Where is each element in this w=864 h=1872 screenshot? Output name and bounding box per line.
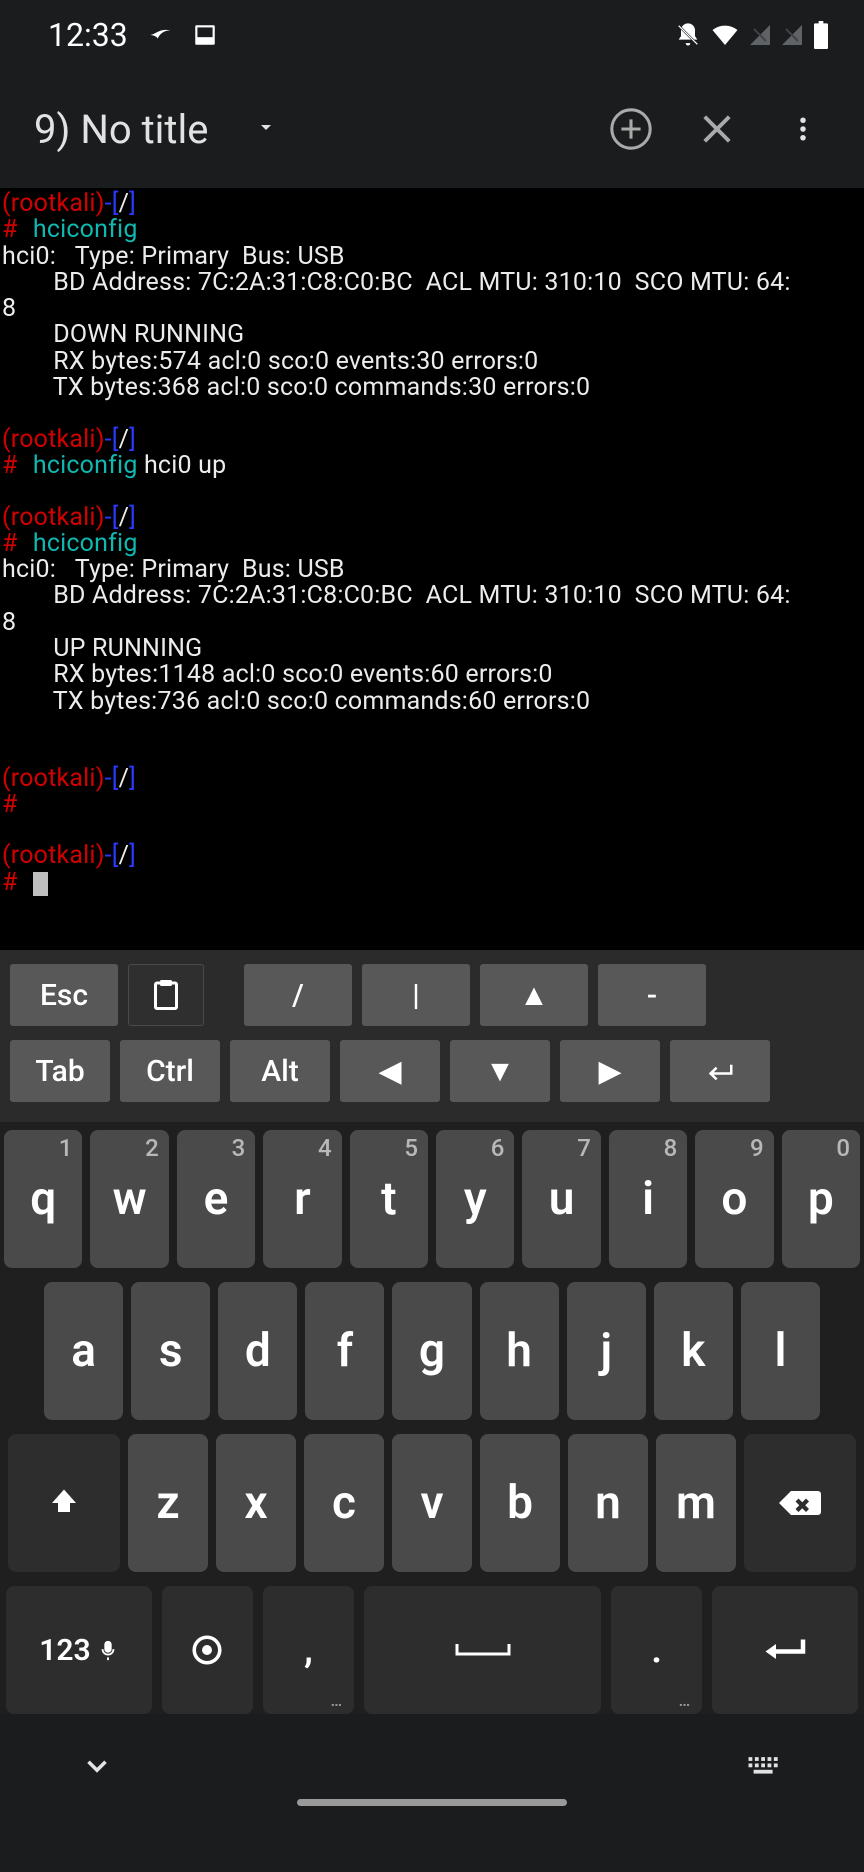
key-m[interactable]: m	[656, 1434, 736, 1572]
key-r[interactable]: 4r	[263, 1130, 341, 1268]
enter-extra-key[interactable]	[670, 1040, 770, 1102]
app-bar: 9) No title	[0, 70, 864, 188]
key-j[interactable]: j	[567, 1282, 646, 1420]
signal-1-icon	[748, 23, 772, 47]
key-i[interactable]: 8i	[609, 1130, 687, 1268]
add-tab-button[interactable]	[588, 86, 674, 172]
key-x[interactable]: x	[216, 1434, 296, 1572]
arrow-up-key[interactable]: ▲	[480, 964, 588, 1026]
key-b[interactable]: b	[480, 1434, 560, 1572]
ctrl-key[interactable]: Ctrl	[120, 1040, 220, 1102]
picture-icon	[192, 22, 218, 48]
shift-key[interactable]	[8, 1434, 120, 1572]
pipe-key[interactable]: |	[362, 964, 470, 1026]
key-q[interactable]: 1q	[4, 1130, 82, 1268]
key-e[interactable]: 3e	[177, 1130, 255, 1268]
keyboard-switch-icon[interactable]	[746, 1751, 784, 1785]
signal-2-icon	[780, 23, 804, 47]
arrow-right-key[interactable]: ▶	[560, 1040, 660, 1102]
mute-icon	[674, 21, 702, 49]
kali-icon	[146, 21, 174, 49]
status-time: 12:33	[48, 16, 128, 54]
key-h[interactable]: h	[480, 1282, 559, 1420]
extra-keys-bar: Esc / | ▲ - Tab Ctrl Alt ◀ ▼ ▶	[0, 950, 864, 1122]
dash-key[interactable]: -	[598, 964, 706, 1026]
close-button[interactable]	[674, 86, 760, 172]
slash-key[interactable]: /	[244, 964, 352, 1026]
battery-icon	[812, 21, 830, 49]
keyboard: 1q 2w 3e 4r 5t 6y 7u 8i 9o 0p a s d f g …	[0, 1122, 864, 1714]
tab-dropdown-icon[interactable]	[254, 115, 278, 143]
keyboard-row-4: 123 ,… .…	[2, 1586, 862, 1714]
alt-key[interactable]: Alt	[230, 1040, 330, 1102]
arrow-down-key[interactable]: ▼	[450, 1040, 550, 1102]
period-key[interactable]: .…	[611, 1586, 702, 1714]
key-u[interactable]: 7u	[522, 1130, 600, 1268]
enter-key[interactable]	[712, 1586, 858, 1714]
esc-key[interactable]: Esc	[10, 964, 118, 1026]
backspace-key[interactable]	[744, 1434, 856, 1572]
nav-bar	[0, 1720, 864, 1816]
nav-home-bar[interactable]	[297, 1799, 567, 1806]
keyboard-row-2: a s d f g h j k l	[2, 1282, 862, 1420]
key-d[interactable]: d	[218, 1282, 297, 1420]
paste-key[interactable]	[128, 964, 204, 1026]
symbols-key[interactable]: 123	[6, 1586, 152, 1714]
status-bar: 12:33	[0, 0, 864, 70]
key-y[interactable]: 6y	[436, 1130, 514, 1268]
key-k[interactable]: k	[654, 1282, 733, 1420]
key-s[interactable]: s	[131, 1282, 210, 1420]
key-t[interactable]: 5t	[350, 1130, 428, 1268]
key-w[interactable]: 2w	[90, 1130, 168, 1268]
key-n[interactable]: n	[568, 1434, 648, 1572]
key-g[interactable]: g	[392, 1282, 471, 1420]
key-o[interactable]: 9o	[695, 1130, 773, 1268]
keyboard-row-3: z x c v b n m	[2, 1434, 862, 1572]
nav-down-icon[interactable]	[80, 1749, 114, 1787]
key-l[interactable]: l	[741, 1282, 820, 1420]
settings-key[interactable]	[162, 1586, 253, 1714]
arrow-left-key[interactable]: ◀	[340, 1040, 440, 1102]
key-z[interactable]: z	[128, 1434, 208, 1572]
tab-key[interactable]: Tab	[10, 1040, 110, 1102]
tab-title[interactable]: 9) No title	[34, 106, 208, 153]
key-f[interactable]: f	[305, 1282, 384, 1420]
keyboard-row-1: 1q 2w 3e 4r 5t 6y 7u 8i 9o 0p	[2, 1130, 862, 1268]
terminal[interactable]: (rootkali)-[/] # hciconfig hci0: Type: P…	[0, 188, 864, 950]
terminal-cursor	[33, 872, 48, 896]
key-a[interactable]: a	[44, 1282, 123, 1420]
space-key[interactable]	[364, 1586, 601, 1714]
key-c[interactable]: c	[304, 1434, 384, 1572]
key-v[interactable]: v	[392, 1434, 472, 1572]
more-menu-button[interactable]	[760, 86, 846, 172]
comma-key[interactable]: ,…	[263, 1586, 354, 1714]
key-p[interactable]: 0p	[782, 1130, 860, 1268]
wifi-icon	[710, 20, 740, 50]
